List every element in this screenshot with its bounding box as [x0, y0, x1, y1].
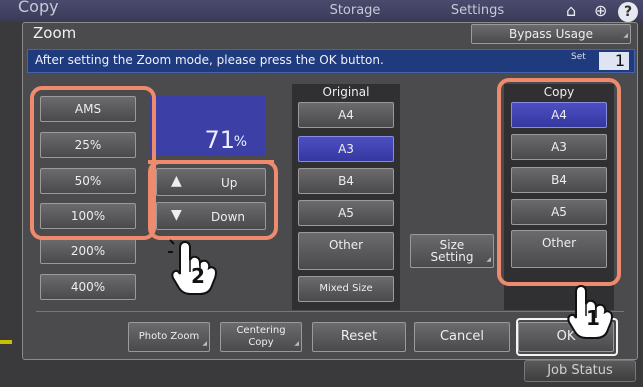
photo-zoom-button[interactable]: Photo Zoom ◢: [128, 322, 210, 352]
zoom-ratio-display: 71 %: [150, 96, 265, 156]
message-bar: After setting the Zoom mode, please pres…: [27, 49, 635, 73]
bypass-usage-button[interactable]: Bypass Usage ◢: [471, 24, 631, 44]
original-other-button[interactable]: Other: [298, 232, 394, 270]
divider: [36, 311, 624, 312]
zoom-ratio-unit: %: [233, 134, 247, 150]
zoom-presets-highlight: [30, 86, 156, 240]
original-a3-button[interactable]: A3: [298, 136, 394, 162]
reset-button[interactable]: Reset: [312, 322, 406, 352]
up-down-highlight: [148, 160, 278, 240]
corner-arrow-icon: ◢: [294, 340, 299, 347]
help-icon[interactable]: ?: [618, 2, 638, 22]
bypass-usage-label: Bypass Usage: [508, 27, 593, 41]
dialog-title: Zoom: [33, 24, 77, 42]
centering-copy-line2: Copy: [248, 337, 274, 348]
mixed-size-button[interactable]: Mixed Size: [298, 276, 394, 302]
step-1-label: 1: [586, 306, 600, 330]
centering-copy-button[interactable]: Centering Copy ◢: [220, 322, 302, 352]
original-b4-button[interactable]: B4: [298, 168, 394, 194]
size-setting-line2: Setting: [430, 250, 474, 264]
set-value[interactable]: 1: [599, 52, 629, 70]
message-text: After setting the Zoom mode, please pres…: [35, 53, 384, 67]
set-label: Set: [571, 52, 586, 62]
background-indicator: [0, 340, 12, 344]
original-a5-button[interactable]: A5: [298, 200, 394, 226]
original-a4-button[interactable]: A4: [298, 102, 394, 128]
corner-arrow-icon: ◢: [623, 32, 628, 39]
screen: Copy Storage Settings ⌂ ⊕ ? Job Status Z…: [0, 0, 643, 387]
corner-arrow-icon: ◢: [486, 256, 491, 263]
zoom-200-button[interactable]: 200%: [40, 238, 136, 264]
globe-icon[interactable]: ⊕: [594, 1, 607, 20]
home-icon[interactable]: ⌂: [566, 1, 576, 20]
cancel-button[interactable]: Cancel: [414, 322, 510, 352]
tab-settings[interactable]: Settings: [420, 0, 535, 22]
zoom-400-button[interactable]: 400%: [40, 274, 136, 300]
original-label: Original: [322, 85, 370, 99]
app-title: Copy: [18, 0, 59, 16]
job-status-button[interactable]: Job Status: [524, 360, 636, 382]
size-setting-button[interactable]: Size Setting ◢: [410, 234, 494, 268]
app-header: Copy Storage Settings ⌂ ⊕ ?: [0, 0, 643, 22]
centering-copy-line1: Centering: [236, 325, 286, 336]
zoom-ratio-value: 71: [204, 126, 235, 154]
corner-arrow-icon: ◢: [202, 340, 207, 347]
photo-zoom-label: Photo Zoom: [138, 331, 200, 342]
step-2-label: 2: [191, 264, 205, 288]
copy-size-highlight: [497, 78, 621, 286]
tab-storage[interactable]: Storage: [300, 0, 410, 22]
